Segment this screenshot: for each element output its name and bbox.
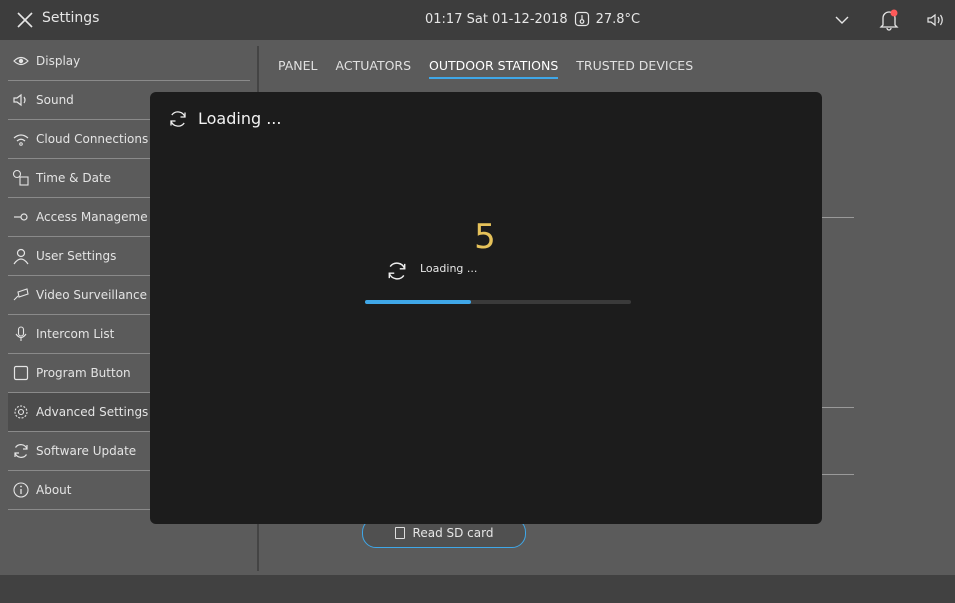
key-icon: [14, 213, 28, 221]
tab-actuators[interactable]: ACTUATORS: [336, 58, 412, 79]
sidebar-item-label: Display: [36, 54, 81, 68]
gear-icon: [14, 405, 28, 419]
tab-bar: PANEL ACTUATORS OUTDOOR STATIONS TRUSTED…: [278, 58, 693, 79]
sidebar-item-label: Intercom List: [36, 327, 115, 341]
sidebar-item-label: Access Manageme: [36, 210, 148, 224]
bell-icon[interactable]: [878, 8, 900, 32]
info-icon: [13, 482, 29, 498]
sidebar-item-display[interactable]: Display: [8, 42, 250, 81]
sidebar-item-label: Program Button: [36, 366, 131, 380]
refresh-icon: [14, 444, 28, 458]
square-icon: [13, 365, 29, 381]
bottom-bar: [0, 575, 955, 603]
read-sd-card-label: Read SD card: [412, 526, 494, 540]
close-icon[interactable]: [14, 9, 36, 31]
sidebar-item-label: User Settings: [36, 249, 117, 263]
sidebar-item-label: Video Surveillance: [36, 288, 148, 302]
camera-icon: [13, 288, 29, 301]
page-title: Settings: [42, 10, 100, 26]
sidebar-item-label: Cloud Connections: [36, 132, 149, 146]
thermometer-icon: [574, 11, 589, 27]
eye-icon: [13, 56, 29, 66]
tab-trusted-devices[interactable]: TRUSTED DEVICES: [576, 58, 693, 79]
sidebar-item-label: Time & Date: [36, 171, 112, 185]
countdown-number: 5: [474, 217, 496, 257]
dialog-title: Loading ...: [198, 109, 282, 128]
sidebar-item-label: Software Update: [36, 444, 137, 458]
wifi-icon: [13, 134, 29, 146]
sidebar-item-label: Sound: [36, 93, 74, 107]
chevron-down-icon[interactable]: [833, 12, 851, 28]
tab-outdoor-stations[interactable]: OUTDOOR STATIONS: [429, 58, 559, 79]
clock-calendar-icon: [12, 169, 29, 186]
sidebar-item-label: Advanced Settings: [36, 405, 149, 419]
refresh-icon: [388, 262, 406, 280]
top-bar: Settings 01:17 Sat 01-12-2018 27.8°C: [0, 0, 955, 40]
content-divider: [822, 407, 854, 408]
speaker-icon[interactable]: [925, 10, 945, 30]
content-divider: [822, 474, 854, 475]
speaker-icon: [13, 93, 26, 107]
user-icon: [13, 248, 29, 265]
status-bar: 01:17 Sat 01-12-2018 27.8°C: [425, 11, 640, 27]
progress-bar: [365, 300, 631, 304]
temperature: 27.8°C: [595, 11, 641, 27]
loading-dialog: Loading ... 5 Loading ...: [150, 92, 822, 524]
microphone-icon: [15, 326, 27, 341]
datetime: 01:17 Sat 01-12-2018: [425, 11, 568, 27]
sidebar-item-label: About: [36, 483, 72, 497]
tab-panel[interactable]: PANEL: [278, 58, 318, 79]
progress-fill: [365, 300, 472, 304]
sd-card-icon: [394, 527, 405, 539]
loading-text: Loading ...: [420, 262, 478, 275]
content-divider: [822, 217, 854, 218]
refresh-icon: [170, 111, 186, 127]
